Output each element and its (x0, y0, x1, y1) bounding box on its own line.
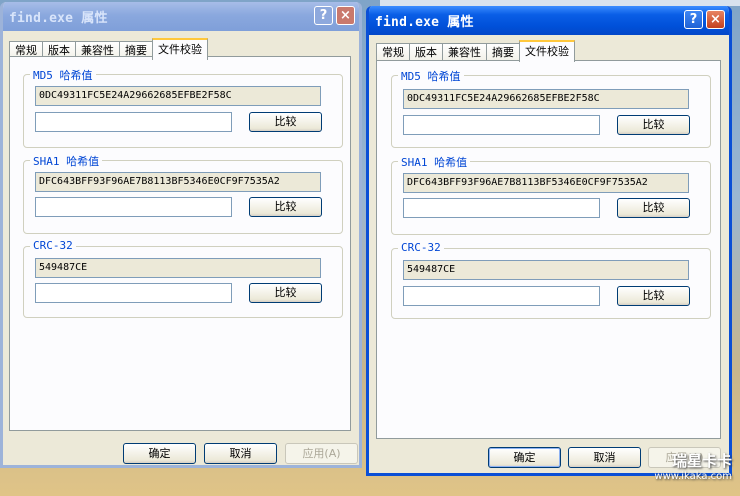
crc32-value[interactable]: 549487CE (35, 258, 321, 278)
dialog-title: find.exe 属性 (375, 15, 474, 30)
crc32-compare-input[interactable] (403, 286, 600, 306)
md5-value[interactable]: 0DC49311FC5E24A29662685EFBE2F58C (35, 86, 321, 106)
tab-strip: 常规 版本 兼容性 摘要 文件校验 (376, 40, 575, 62)
cancel-button[interactable]: 取消 (204, 443, 277, 464)
properties-dialog-active: find.exe 属性 ? × 常规 版本 兼容性 摘要 文件校验 MD5 哈希… (366, 6, 732, 476)
help-button[interactable]: ? (684, 10, 703, 29)
tab-strip: 常规 版本 兼容性 摘要 文件校验 (9, 38, 208, 60)
tab-summary[interactable]: 摘要 (486, 43, 520, 61)
crc32-group: CRC-32 549487CE 比较 (23, 239, 343, 318)
sha1-value[interactable]: DFC643BFF93F96AE7B8113BF5346E0CF9F7535A2 (35, 172, 321, 192)
tab-panel: MD5 哈希值 0DC49311FC5E24A29662685EFBE2F58C… (376, 60, 721, 439)
close-button[interactable]: × (336, 6, 355, 25)
md5-compare-button[interactable]: 比较 (617, 115, 690, 135)
watermark-logo: 瑞星卡卡 www.ikaka.com (654, 454, 732, 484)
tab-compatibility[interactable]: 兼容性 (442, 43, 487, 61)
apply-button[interactable]: 应用(A) (285, 443, 358, 464)
ok-button[interactable]: 确定 (488, 447, 561, 468)
md5-group: MD5 哈希值 0DC49311FC5E24A29662685EFBE2F58C… (391, 68, 711, 148)
tab-general[interactable]: 常规 (376, 43, 410, 61)
tab-version[interactable]: 版本 (409, 43, 443, 61)
crc32-group: CRC-32 549487CE 比较 (391, 241, 711, 319)
crc32-compare-button[interactable]: 比较 (617, 286, 690, 306)
cancel-button[interactable]: 取消 (568, 447, 641, 468)
crc32-label: CRC-32 (30, 239, 76, 252)
help-icon: ? (689, 12, 698, 27)
close-icon: × (710, 12, 721, 27)
md5-compare-button[interactable]: 比较 (249, 112, 322, 132)
crc32-compare-button[interactable]: 比较 (249, 283, 322, 303)
sha1-value[interactable]: DFC643BFF93F96AE7B8113BF5346E0CF9F7535A2 (403, 173, 689, 193)
properties-dialog-inactive: find.exe 属性 ? × 常规 版本 兼容性 摘要 文件校验 MD5 哈希… (0, 2, 362, 468)
dialog-title: find.exe 属性 (9, 11, 108, 26)
crc32-value[interactable]: 549487CE (403, 260, 689, 280)
tab-file-checksum[interactable]: 文件校验 (152, 38, 208, 60)
sha1-compare-button[interactable]: 比较 (617, 198, 690, 218)
md5-label: MD5 哈希值 (30, 67, 96, 83)
sha1-compare-button[interactable]: 比较 (249, 197, 322, 217)
md5-label: MD5 哈希值 (398, 68, 464, 84)
title-bar[interactable]: find.exe 属性 ? × (369, 6, 729, 35)
sha1-group: SHA1 哈希值 DFC643BFF93F96AE7B8113BF5346E0C… (23, 153, 343, 234)
md5-value[interactable]: 0DC49311FC5E24A29662685EFBE2F58C (403, 89, 689, 109)
watermark-brand: 瑞星卡卡 (671, 452, 732, 470)
crc32-label: CRC-32 (398, 241, 444, 254)
ok-button[interactable]: 确定 (123, 443, 196, 464)
close-icon: × (340, 8, 351, 23)
sha1-compare-input[interactable] (403, 198, 600, 218)
help-button[interactable]: ? (314, 6, 333, 25)
sha1-label: SHA1 哈希值 (30, 153, 103, 169)
sha1-label: SHA1 哈希值 (398, 154, 471, 170)
tab-file-checksum[interactable]: 文件校验 (519, 40, 575, 62)
md5-compare-input[interactable] (403, 115, 600, 135)
tab-panel: MD5 哈希值 0DC49311FC5E24A29662685EFBE2F58C… (9, 56, 351, 431)
md5-group: MD5 哈希值 0DC49311FC5E24A29662685EFBE2F58C… (23, 67, 343, 148)
title-bar[interactable]: find.exe 属性 ? × (3, 2, 359, 31)
watermark-url: www.ikaka.com (654, 471, 732, 482)
close-button[interactable]: × (706, 10, 725, 29)
help-icon: ? (319, 8, 328, 23)
sha1-group: SHA1 哈希值 DFC643BFF93F96AE7B8113BF5346E0C… (391, 154, 711, 235)
md5-compare-input[interactable] (35, 112, 232, 132)
sha1-compare-input[interactable] (35, 197, 232, 217)
crc32-compare-input[interactable] (35, 283, 232, 303)
